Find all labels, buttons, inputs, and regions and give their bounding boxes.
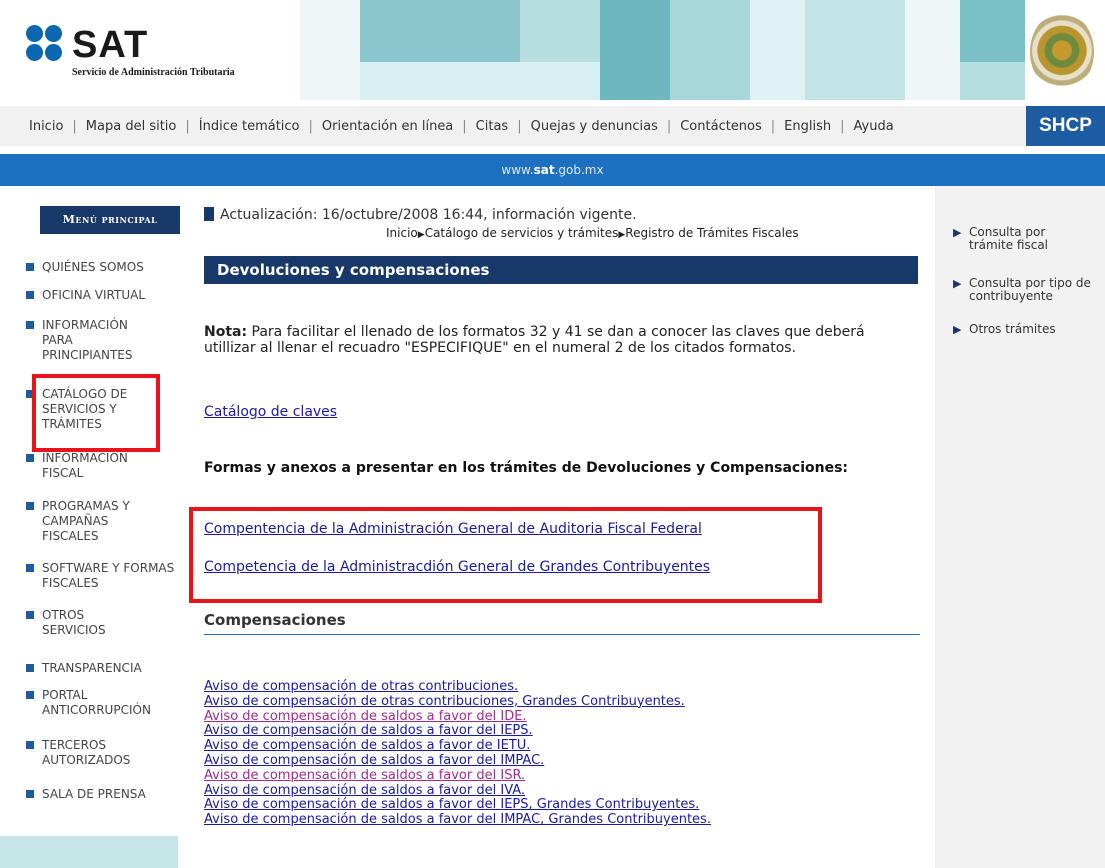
nav-ayuda[interactable]: Ayuda xyxy=(845,119,903,134)
square-bullet-icon xyxy=(26,502,34,510)
compensaciones-title: Compensaciones xyxy=(204,611,346,629)
nav-orientacion-en-linea[interactable]: Orientación en línea xyxy=(313,119,462,134)
arrow-right-icon: ▶ xyxy=(953,323,962,336)
logo-dot-icon xyxy=(26,44,43,61)
sidebar-heading: Menú principal xyxy=(40,206,180,234)
catalogo-de-claves-link[interactable]: Catálogo de claves xyxy=(204,404,337,420)
square-bullet-icon xyxy=(26,611,34,619)
nav-indice-tematico[interactable]: Índice temático xyxy=(190,119,309,134)
square-bullet-icon xyxy=(26,741,34,749)
highlight-box-links xyxy=(189,507,822,603)
breadcrumb-arrow-icon: ▶ xyxy=(417,230,425,240)
nav-english[interactable]: English xyxy=(775,119,840,134)
square-bullet-icon xyxy=(26,691,34,699)
nav-contactenos[interactable]: Contáctenos xyxy=(671,119,771,134)
header-decor xyxy=(960,0,1025,62)
divider xyxy=(204,634,920,635)
logo-text: SAT xyxy=(72,24,149,66)
nav-inicio[interactable]: Inicio xyxy=(20,119,72,134)
square-bullet-icon xyxy=(26,564,34,572)
sidebar-item-label: INFORMACIÓN PARA PRINCIPIANTES xyxy=(42,318,133,362)
sidebar-item-label: INFORMACIÓN FISCAL xyxy=(42,451,128,480)
sidebar-item-label: QUIÉNES SOMOS xyxy=(42,260,144,274)
sidebar-item-label: OFICINA VIRTUAL xyxy=(42,288,146,302)
sidebar-item-label: SALA DE PRENSA xyxy=(42,787,146,801)
list-item[interactable]: Aviso de compensación de saldos a favor … xyxy=(204,753,711,769)
sidebar-item-label: TRANSPARENCIA xyxy=(42,661,142,675)
site-url-bar: www.sat.gob.mx xyxy=(0,154,1105,186)
header-decor xyxy=(600,0,670,100)
breadcrumb-inicio[interactable]: Inicio xyxy=(386,226,418,240)
update-text: Actualización: 16/octubre/2008 16:44, in… xyxy=(220,207,637,223)
sidebar-item-label: PROGRAMAS Y CAMPAÑAS FISCALES xyxy=(42,499,130,543)
list-item[interactable]: Aviso de compensación de saldos a favor … xyxy=(204,783,711,799)
url-domain: sat xyxy=(533,163,555,177)
top-navigation: Inicio | Mapa del sitio | Índice temático |… xyxy=(0,106,1105,146)
highlight-box-sidebar xyxy=(32,374,160,452)
breadcrumb: Inicio▶Catálogo de servicios y trámites▶… xyxy=(386,226,799,240)
header-decor xyxy=(805,0,905,100)
nav-mapa-del-sitio[interactable]: Mapa del sitio xyxy=(77,119,186,134)
right-column: ▶ Consulta por trámite fiscal ▶ Consulta… xyxy=(935,186,1105,868)
section-title: Devoluciones y compensaciones xyxy=(204,256,918,284)
logo-subtitle: Servicio de Administración Tributaria xyxy=(72,67,235,78)
sidebar-item-label: PORTAL ANTICORRUPCIÓN xyxy=(42,688,151,717)
header-decor xyxy=(520,0,600,62)
list-item[interactable]: Aviso de compensación de otras contribuc… xyxy=(204,679,711,695)
sidebar-item-label: TERCEROS AUTORIZADOS xyxy=(42,738,131,767)
header-decor xyxy=(750,0,805,100)
list-item[interactable]: Aviso de compensación de otras contribuc… xyxy=(204,694,711,710)
sat-logo[interactable]: SAT Servicio de Administración Tributari… xyxy=(24,22,294,82)
right-link-label: Consulta por trámite fiscal xyxy=(969,225,1049,252)
nota-text: Para facilitar el llenado de los formato… xyxy=(204,324,865,356)
square-bullet-icon xyxy=(26,790,34,798)
shcp-link[interactable]: SHCP xyxy=(1026,106,1105,146)
logo-dot-icon xyxy=(45,44,62,61)
list-item[interactable]: Aviso de compensación de saldos a favor … xyxy=(204,812,711,828)
square-bullet-icon xyxy=(26,321,34,329)
logo-dot-icon xyxy=(45,25,62,42)
header-decor xyxy=(300,0,360,100)
list-item[interactable]: Aviso de compensación de saldos a favor … xyxy=(204,768,711,784)
arrow-right-icon: ▶ xyxy=(953,277,962,290)
header-decor xyxy=(360,62,600,100)
square-marker-icon xyxy=(204,207,214,221)
list-item[interactable]: Aviso de compensación de saldos a favor … xyxy=(204,709,711,725)
sidebar: Menú principal QUIÉNES SOMOS OFICINA VIR… xyxy=(0,186,190,868)
list-item[interactable]: Aviso de compensación de saldos a favor … xyxy=(204,798,711,813)
nota-label: Nota: xyxy=(204,324,248,340)
header-decor xyxy=(960,62,1025,100)
header-decor xyxy=(905,0,960,100)
breadcrumb-registro[interactable]: Registro de Trámites Fiscales xyxy=(625,226,798,240)
url-prefix: www. xyxy=(501,163,534,177)
breadcrumb-catalogo[interactable]: Catálogo de servicios y trámites xyxy=(425,226,619,240)
nota-paragraph: Nota: Para facilitar el llenado de los f… xyxy=(204,324,914,356)
nav-citas[interactable]: Citas xyxy=(467,119,518,134)
square-bullet-icon xyxy=(26,263,34,271)
header-decor xyxy=(360,0,520,62)
update-notice: Actualización: 16/octubre/2008 16:44, in… xyxy=(204,207,637,223)
site-header: SAT Servicio de Administración Tributari… xyxy=(0,0,1105,100)
formas-heading: Formas y anexos a presentar en los trámi… xyxy=(204,460,849,476)
square-bullet-icon xyxy=(26,291,34,299)
arrow-right-icon: ▶ xyxy=(953,226,962,239)
url-suffix: .gob.mx xyxy=(554,163,604,177)
sidebar-item-label: SOFTWARE Y FORMAS FISCALES xyxy=(42,561,175,590)
square-bullet-icon xyxy=(26,454,34,462)
square-bullet-icon xyxy=(26,664,34,672)
nav-quejas-y-denuncias[interactable]: Quejas y denuncias xyxy=(522,119,667,134)
compensaciones-list: Aviso de compensación de otras contribuc… xyxy=(204,679,711,828)
list-item[interactable]: Aviso de compensación de saldos a favor … xyxy=(204,738,711,754)
right-link-label: Otros trámites xyxy=(969,322,1056,336)
mexico-seal-icon xyxy=(1030,12,1094,92)
logo-dot-icon xyxy=(26,25,43,42)
sidebar-item-label: OTROS SERVICIOS xyxy=(42,608,106,637)
list-item[interactable]: Aviso de compensación de saldos a favor … xyxy=(204,724,711,739)
header-decor xyxy=(670,0,750,100)
right-link-label: Consulta por tipo de contribuyente xyxy=(969,276,1091,303)
sidebar-footer-decor xyxy=(0,836,178,868)
